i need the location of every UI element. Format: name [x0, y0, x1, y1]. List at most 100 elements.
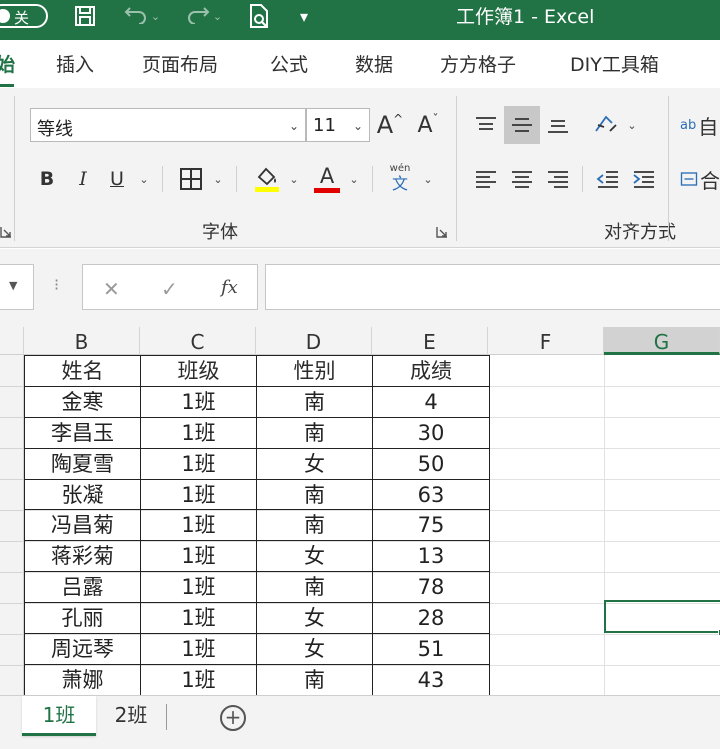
cell-name[interactable]: 张凝 — [24, 478, 141, 511]
cell-name[interactable]: 萧娜 — [24, 663, 141, 695]
more-options-icon[interactable]: ⁝ — [54, 275, 59, 294]
tab-data[interactable]: 数据 — [355, 50, 393, 77]
decrease-indent-button[interactable] — [592, 162, 624, 196]
phonetic-dropdown-icon[interactable]: ⌄ — [420, 162, 436, 196]
cell-name[interactable]: 蒋彩菊 — [24, 540, 141, 573]
tab-page-layout[interactable]: 页面布局 — [142, 50, 218, 77]
increase-indent-button[interactable] — [628, 162, 660, 196]
cell-score[interactable]: 63 — [372, 478, 490, 511]
formula-input[interactable] — [265, 264, 720, 310]
column-header-e[interactable]: E — [372, 327, 488, 355]
italic-button[interactable]: I — [70, 162, 96, 196]
bold-button[interactable]: B — [34, 162, 60, 196]
borders-dropdown-icon[interactable]: ⌄ — [210, 162, 226, 196]
cell-class[interactable]: 1班 — [140, 509, 257, 542]
cell-score[interactable]: 4 — [372, 385, 490, 418]
customize-toolbar-icon[interactable]: ▾ — [292, 2, 316, 30]
tab-diy-toolbox[interactable]: DIY工具箱 — [570, 50, 659, 77]
cell-gender[interactable]: 女 — [256, 540, 373, 573]
cell-class[interactable]: 1班 — [140, 633, 257, 665]
cell-gender[interactable]: 南 — [256, 385, 373, 418]
orientation-button[interactable] — [590, 106, 622, 142]
cell-score[interactable]: 50 — [372, 447, 490, 480]
redo-button[interactable]: ⌄ — [180, 2, 228, 30]
cell-score[interactable]: 78 — [372, 571, 490, 604]
fill-color-dropdown-icon[interactable]: ⌄ — [286, 162, 302, 196]
cell-name[interactable]: 陶夏雪 — [24, 447, 141, 480]
cell-class[interactable]: 1班 — [140, 447, 257, 480]
cell-class[interactable]: 1班 — [140, 478, 257, 511]
wrap-text-button[interactable]: ab 自 — [680, 108, 720, 142]
underline-button[interactable]: U — [104, 162, 130, 196]
column-header-d[interactable]: D — [256, 327, 372, 355]
phonetic-button[interactable]: wén 文 — [384, 160, 416, 196]
cell-gender[interactable]: 女 — [256, 447, 373, 480]
cell-score[interactable]: 13 — [372, 540, 490, 573]
tab-formulas[interactable]: 公式 — [270, 50, 308, 77]
name-box[interactable]: ▼ — [0, 264, 34, 310]
tab-insert[interactable]: 插入 — [56, 50, 94, 77]
header-cell-score[interactable]: 成绩 — [372, 355, 490, 387]
cell-class[interactable]: 1班 — [140, 385, 257, 418]
cancel-icon[interactable]: ✕ — [103, 277, 120, 301]
clipboard-launcher-icon[interactable] — [0, 226, 12, 238]
font-color-button[interactable]: A — [310, 160, 344, 196]
cell-score[interactable]: 51 — [372, 633, 490, 665]
borders-button[interactable] — [174, 162, 208, 196]
align-left-button[interactable] — [470, 162, 502, 196]
cell-score[interactable]: 30 — [372, 416, 490, 449]
cell-gender[interactable]: 南 — [256, 416, 373, 449]
header-cell-class[interactable]: 班级 — [140, 355, 257, 387]
autosave-toggle[interactable]: 关 — [0, 4, 48, 28]
sheet-tab-2[interactable]: 2班 — [98, 696, 164, 736]
cell-gender[interactable]: 南 — [256, 571, 373, 604]
font-color-dropdown-icon[interactable]: ⌄ — [346, 162, 362, 196]
cell-score[interactable]: 43 — [372, 663, 490, 695]
select-all-corner[interactable] — [0, 327, 24, 355]
print-preview-icon[interactable] — [244, 2, 274, 30]
cell-gender[interactable]: 南 — [256, 509, 373, 542]
align-bottom-button[interactable] — [542, 108, 574, 142]
cell-name[interactable]: 孔丽 — [24, 602, 141, 635]
cell-class[interactable]: 1班 — [140, 663, 257, 695]
sheet-tab-1[interactable]: 1班 — [22, 696, 96, 736]
cell-name[interactable]: 金寒 — [24, 385, 141, 418]
font-name-combo[interactable]: 等线 ⌄ — [30, 108, 306, 142]
cell-gender[interactable]: 女 — [256, 602, 373, 635]
fill-color-button[interactable] — [250, 160, 284, 196]
header-cell-gender[interactable]: 性别 — [256, 355, 373, 387]
orientation-dropdown-icon[interactable]: ⌄ — [624, 108, 640, 142]
cell-gender[interactable]: 南 — [256, 663, 373, 695]
shrink-font-button[interactable]: Aˇ — [414, 108, 442, 142]
cell-name[interactable]: 吕露 — [24, 571, 141, 604]
save-icon[interactable] — [70, 2, 100, 30]
header-cell-name[interactable]: 姓名 — [24, 355, 141, 387]
worksheet-grid[interactable]: 姓名 班级 性别 成绩 金寒 1班南 4 李昌玉 1班南 30 陶夏雪 1班女 50 张凝 1班南 6… — [24, 355, 720, 695]
cell-class[interactable]: 1班 — [140, 571, 257, 604]
font-size-combo[interactable]: 11 ⌄ — [306, 108, 370, 142]
align-right-button[interactable] — [542, 162, 574, 196]
underline-dropdown-icon[interactable]: ⌄ — [136, 162, 152, 196]
cell-gender[interactable]: 女 — [256, 633, 373, 665]
merge-center-button[interactable]: 合 — [680, 162, 720, 196]
align-center-button[interactable] — [506, 162, 538, 196]
column-header-g[interactable]: G — [604, 327, 720, 355]
insert-function-icon[interactable]: fx — [221, 277, 238, 298]
column-header-c[interactable]: C — [140, 327, 256, 355]
undo-button[interactable]: ⌄ — [118, 2, 166, 30]
column-header-f[interactable]: F — [488, 327, 604, 355]
align-middle-button[interactable] — [504, 106, 540, 144]
cell-score[interactable]: 28 — [372, 602, 490, 635]
cell-name[interactable]: 周远琴 — [24, 633, 141, 665]
font-launcher-icon[interactable] — [436, 226, 448, 238]
cell-class[interactable]: 1班 — [140, 602, 257, 635]
enter-icon[interactable]: ✓ — [161, 277, 178, 301]
cell-name[interactable]: 李昌玉 — [24, 416, 141, 449]
column-header-b[interactable]: B — [24, 327, 140, 355]
cell-name[interactable]: 冯昌菊 — [24, 509, 141, 542]
selected-cell[interactable] — [604, 600, 720, 636]
cell-class[interactable]: 1班 — [140, 416, 257, 449]
add-sheet-button[interactable]: + — [220, 705, 246, 731]
cell-gender[interactable]: 南 — [256, 478, 373, 511]
cell-class[interactable]: 1班 — [140, 540, 257, 573]
